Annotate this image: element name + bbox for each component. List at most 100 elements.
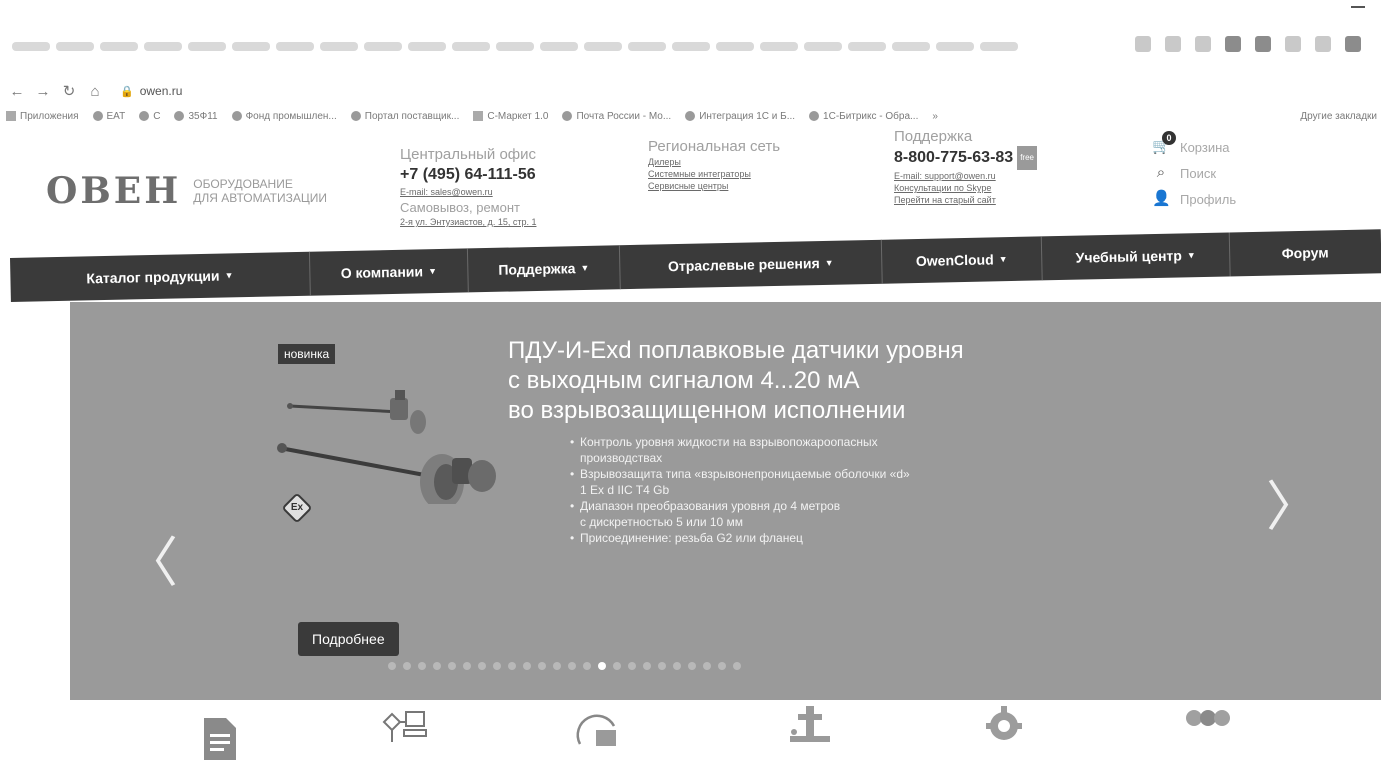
cart-link[interactable]: 🛒 0 Корзина <box>1152 131 1236 160</box>
regional-network-block: Региональная сеть Дилеры Системные интег… <box>648 138 780 192</box>
site-logo[interactable]: ОВЕН ОБОРУДОВАНИЕ ДЛЯ АВТОМАТИЗАЦИИ <box>46 170 327 212</box>
bookmark-label: » <box>932 110 938 122</box>
extension-icon[interactable] <box>1225 36 1241 52</box>
integrators-link[interactable]: Системные интеграторы <box>648 168 780 180</box>
bookmark-label: Приложения <box>20 110 79 122</box>
carousel-dot[interactable] <box>583 662 591 670</box>
extension-icon[interactable] <box>1255 36 1271 52</box>
nav-catalog[interactable]: Каталог продукции ▼ <box>10 251 311 302</box>
carousel-dot[interactable] <box>688 662 696 670</box>
carousel-dot[interactable] <box>388 662 396 670</box>
hero-banner: новинка Ex ПДУ-И-Exd поплавковые датчики… <box>70 302 1381 700</box>
apps-icon <box>6 111 16 121</box>
bookmark-apps[interactable]: Приложения <box>6 111 79 122</box>
lock-icon[interactable]: 🔒 <box>120 85 134 98</box>
window-minimize-button[interactable] <box>1351 6 1365 8</box>
extension-icon[interactable] <box>1195 36 1211 52</box>
carousel-dot[interactable] <box>553 662 561 670</box>
url-field[interactable]: owen.ru <box>140 84 183 98</box>
bookmark-item[interactable]: Фонд промышлен... <box>231 111 337 122</box>
nav-support[interactable]: Поддержка ▼ <box>467 245 621 293</box>
carousel-dot[interactable] <box>493 662 501 670</box>
carousel-dot[interactable] <box>628 662 636 670</box>
carousel-dot[interactable] <box>403 662 411 670</box>
profile-link[interactable]: 👤 Профиль <box>1152 186 1236 212</box>
logo-tagline-line: ДЛЯ АВТОМАТИЗАЦИИ <box>193 191 327 205</box>
office-email-link[interactable]: E-mail: sales@owen.ru <box>400 186 536 198</box>
home-icon[interactable]: ⌂ <box>86 83 104 100</box>
reload-icon[interactable]: ↻ <box>60 82 78 100</box>
bookmark-item[interactable]: Почта России - Мо... <box>562 111 671 122</box>
office-address-link[interactable]: 2-я ул. Энтузиастов, д. 15, стр. 1 <box>400 216 536 228</box>
browser-tabstrip <box>0 0 1381 62</box>
carousel-dot[interactable] <box>733 662 741 670</box>
bookmark-label: Портал поставщик... <box>364 110 460 122</box>
nav-training-center[interactable]: Учебный центр ▼ <box>1041 232 1231 281</box>
nav-owencloud[interactable]: OwenCloud ▼ <box>881 236 1043 284</box>
carousel-dot[interactable] <box>418 662 426 670</box>
carousel-dot[interactable] <box>508 662 516 670</box>
carousel-dot[interactable] <box>718 662 726 670</box>
carousel-dot[interactable] <box>478 662 486 670</box>
forward-icon[interactable]: → <box>34 83 52 100</box>
old-site-link[interactable]: Перейти на старый сайт <box>894 194 1037 206</box>
bookmark-label: 35Ф11 <box>188 110 218 122</box>
carousel-dot[interactable] <box>613 662 621 670</box>
bullet-text: производствах <box>580 451 663 465</box>
cloud-icon[interactable] <box>574 704 622 752</box>
network-diagram-icon[interactable] <box>380 700 428 748</box>
nav-label: Поддержка <box>498 260 576 278</box>
carousel-dot[interactable] <box>658 662 666 670</box>
profile-icon[interactable] <box>1345 36 1361 52</box>
carousel-prev-button[interactable]: 〈 <box>124 536 178 590</box>
carousel-dot[interactable] <box>538 662 546 670</box>
bookmark-item[interactable]: EAT <box>92 110 126 122</box>
carousel-dot[interactable] <box>568 662 576 670</box>
carousel-dot[interactable] <box>643 662 651 670</box>
new-badge: новинка <box>278 344 336 364</box>
search-link[interactable]: ⌕ Поиск <box>1152 160 1236 186</box>
bookmark-overflow[interactable]: » <box>932 111 938 122</box>
other-bookmarks[interactable]: Другие закладки <box>1300 111 1377 122</box>
bookmark-item[interactable]: 1С-Битрикс - Обра... <box>809 111 918 122</box>
logo-mark: ОВЕН <box>46 170 182 212</box>
carousel-dot[interactable] <box>463 662 471 670</box>
extension-icon[interactable] <box>1285 36 1301 52</box>
cart-label: Корзина <box>1180 139 1230 155</box>
carousel-dot[interactable] <box>598 662 606 670</box>
bookmark-item[interactable]: 35Ф11 <box>174 110 218 122</box>
bookmark-item[interactable]: Интеграция 1С и Б... <box>685 111 795 122</box>
star-icon[interactable] <box>1165 36 1181 52</box>
skype-link[interactable]: Консультации по Skype <box>894 182 1037 194</box>
more-details-button[interactable]: Подробнее <box>298 622 399 656</box>
bookmark-item[interactable]: Портал поставщик... <box>350 110 460 122</box>
community-icon[interactable] <box>1184 700 1232 748</box>
nav-forum[interactable]: Форум <box>1230 229 1381 276</box>
nav-about[interactable]: О компании ▼ <box>309 248 469 296</box>
back-icon[interactable]: ← <box>8 83 26 100</box>
support-email-link[interactable]: E-mail: support@owen.ru <box>894 170 1037 182</box>
service-centers-link[interactable]: Сервисные центры <box>648 180 780 192</box>
dealers-link[interactable]: Дилеры <box>648 156 780 168</box>
nav-label: Каталог продукции <box>86 267 220 287</box>
support-phone[interactable]: 8-800-775-63-83 free <box>894 146 1037 170</box>
carousel-dot[interactable] <box>448 662 456 670</box>
office-title: Центральный офис <box>400 146 537 163</box>
carousel-dot[interactable] <box>433 662 441 670</box>
bookmark-item[interactable]: С-Маркет 1.0 <box>473 111 548 122</box>
browser-tabs[interactable] <box>12 42 1018 56</box>
tools-icon[interactable] <box>786 700 834 748</box>
bookmark-item[interactable]: С <box>139 111 160 122</box>
gear-icon[interactable] <box>980 700 1028 748</box>
nav-industry-solutions[interactable]: Отраслевые решения ▼ <box>619 239 883 290</box>
carousel-dot[interactable] <box>703 662 711 670</box>
bookmark-label: EAT <box>106 110 126 122</box>
office-phone[interactable]: +7 (495) 64-111-56 <box>400 164 536 186</box>
cart-extension-icon[interactable] <box>1315 36 1331 52</box>
carousel-next-button[interactable]: 〉 <box>1266 480 1320 534</box>
banner-headline-line: ПДУ-И-Exd поплавковые датчики уровня <box>508 337 964 364</box>
carousel-dot[interactable] <box>523 662 531 670</box>
document-icon[interactable] <box>196 714 244 762</box>
share-icon[interactable] <box>1135 36 1151 52</box>
carousel-dot[interactable] <box>673 662 681 670</box>
